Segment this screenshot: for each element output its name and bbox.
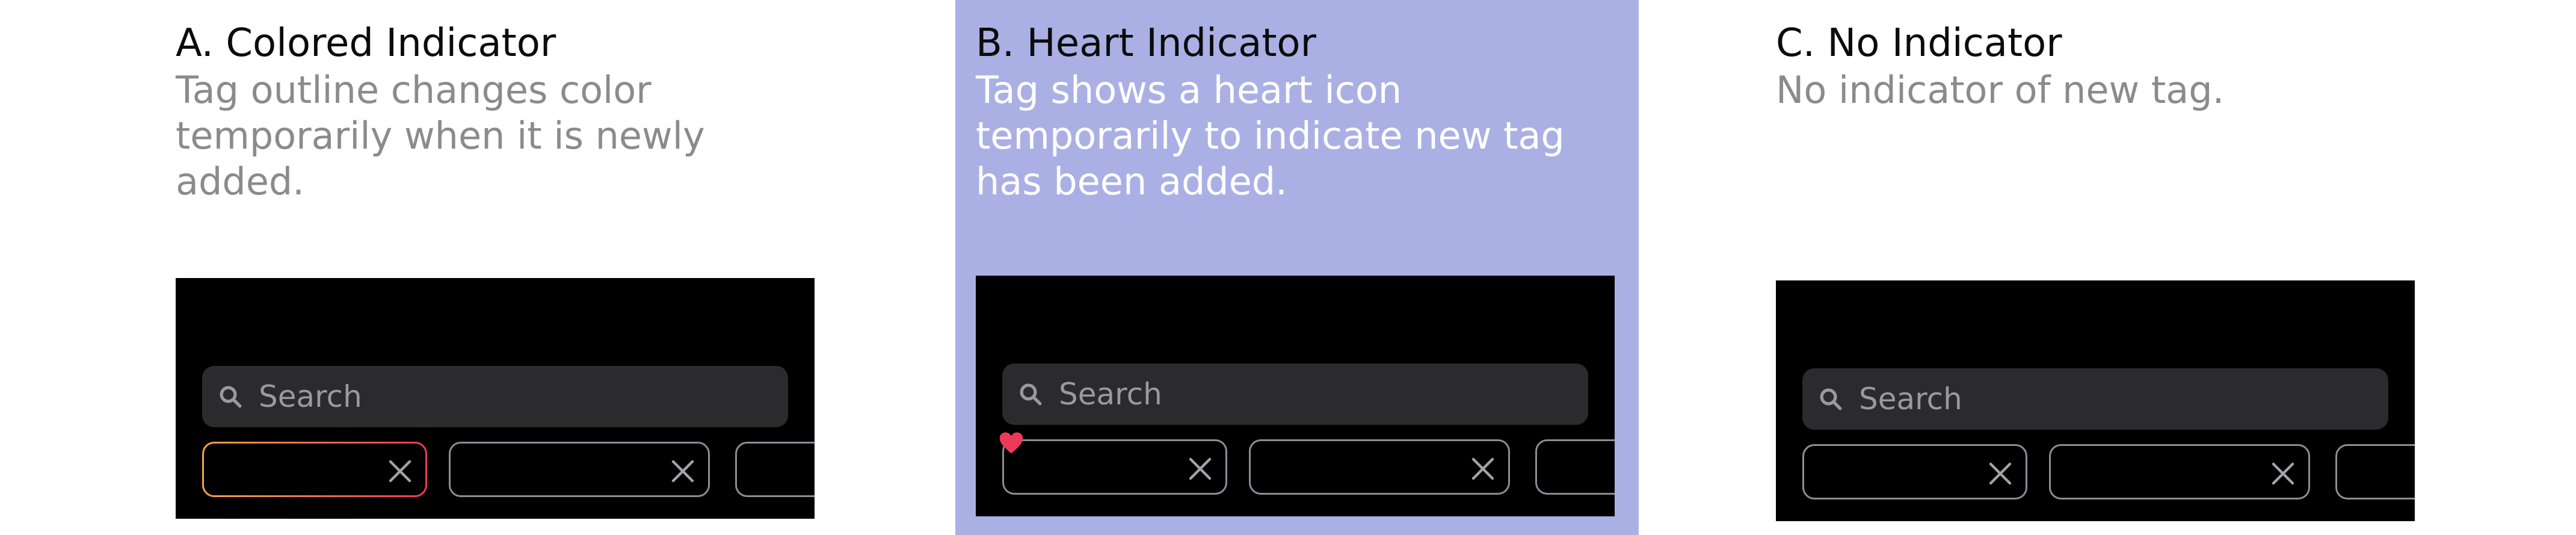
option-a-screen: Search [176, 278, 815, 519]
option-a-description: Tag outline changes color temporarily wh… [176, 68, 705, 203]
option-c-description: No indicator of new tag. [1776, 68, 2225, 112]
search-icon [220, 386, 242, 408]
close-icon[interactable] [668, 457, 697, 486]
option-b-title: B. Heart Indicator [976, 21, 1316, 66]
search-icon [1020, 383, 1042, 406]
option-b-screen: Search [976, 276, 1615, 516]
close-icon[interactable] [386, 457, 414, 486]
search-placeholder: Search [1059, 377, 1162, 412]
close-icon[interactable] [2269, 459, 2297, 488]
search-bar[interactable]: Search [1002, 363, 1588, 425]
tag[interactable] [1249, 439, 1510, 495]
search-bar[interactable]: Search [1802, 368, 2388, 430]
option-c-screen: Search [1776, 280, 2415, 521]
tag-new[interactable] [1802, 444, 2027, 499]
search-icon [1820, 388, 1842, 410]
tag[interactable] [2049, 444, 2310, 499]
close-icon[interactable] [1468, 454, 1497, 483]
tag[interactable] [449, 442, 710, 497]
tag-new[interactable] [1002, 439, 1227, 495]
heart-icon [999, 432, 1023, 454]
search-placeholder: Search [1859, 382, 1962, 416]
close-icon[interactable] [1986, 459, 2015, 488]
tag-new[interactable] [202, 442, 427, 497]
close-icon[interactable] [1186, 454, 1215, 483]
option-a-title: A. Colored Indicator [176, 21, 556, 66]
search-bar[interactable]: Search [202, 366, 788, 427]
tag-partial[interactable] [2335, 444, 2415, 499]
search-placeholder: Search [259, 379, 362, 414]
option-c-title: C. No Indicator [1776, 21, 2062, 66]
tag-partial[interactable] [735, 442, 815, 497]
tag-partial[interactable] [1535, 439, 1615, 495]
option-b-description: Tag shows a heart icon temporarily to in… [976, 68, 1565, 203]
